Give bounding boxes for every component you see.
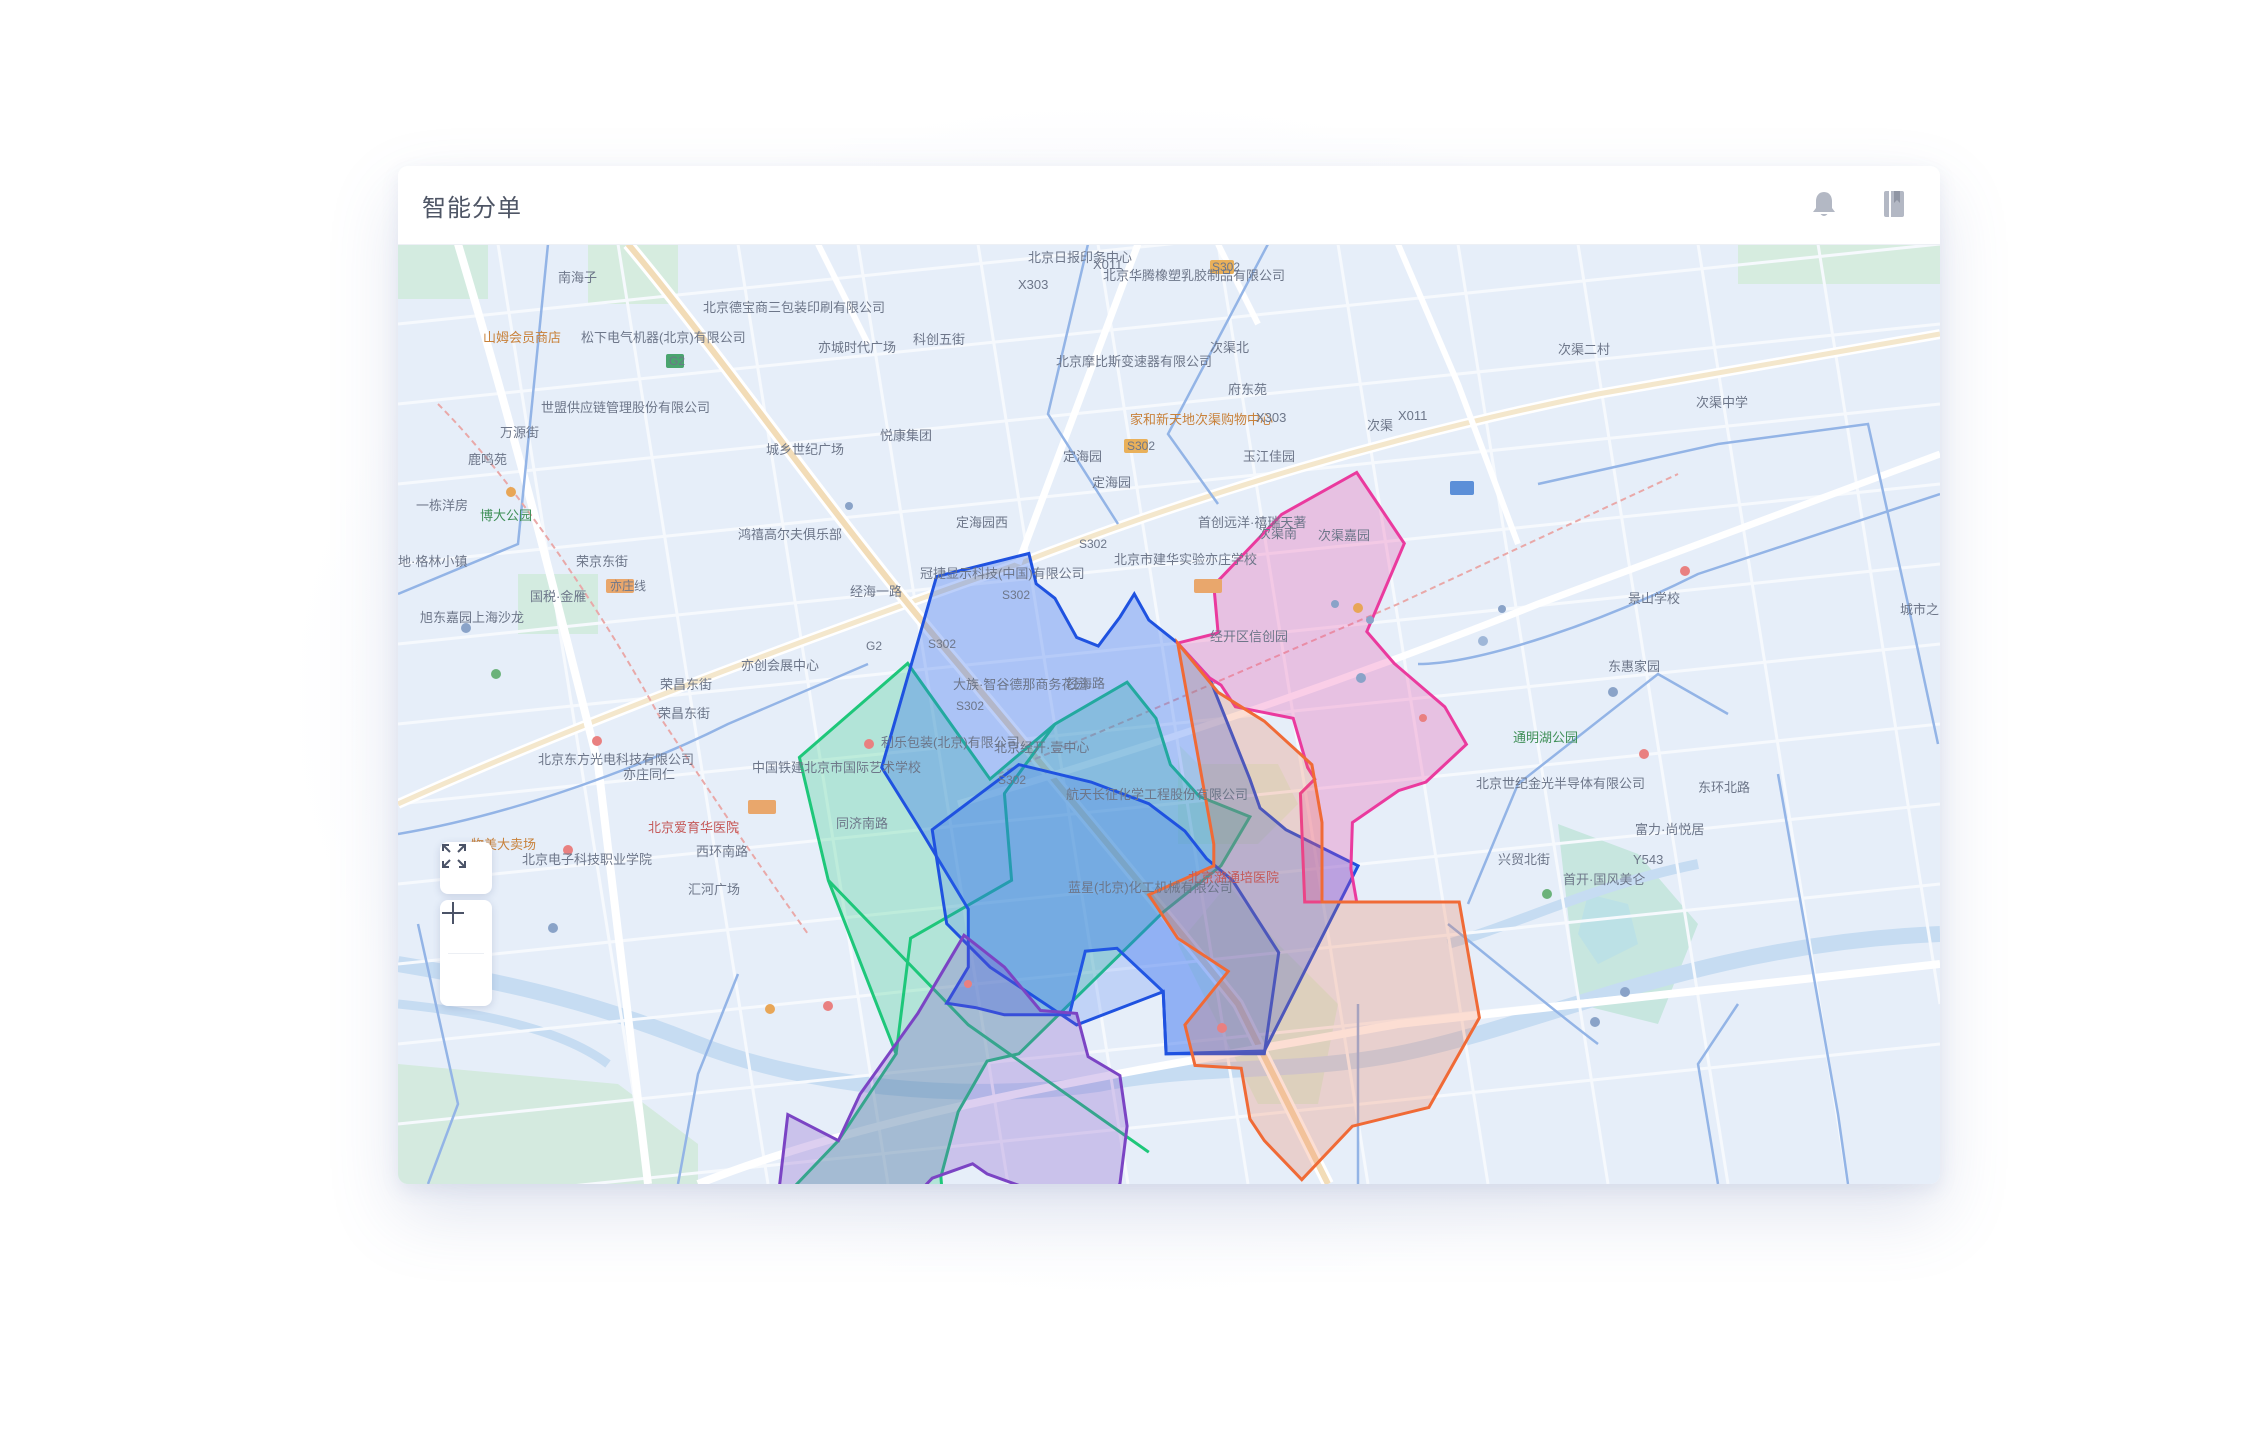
svg-text:Y543: Y543 xyxy=(1633,852,1663,867)
svg-text:S302: S302 xyxy=(998,773,1026,787)
svg-text:X303: X303 xyxy=(1256,410,1286,425)
map-canvas[interactable]: 北京日报印务中心 X011 北京华腾橡塑乳胶制品有限公司 X303 S302 北… xyxy=(398,244,1940,1184)
notification-button[interactable] xyxy=(1806,186,1842,222)
svg-text:城乡世纪广场: 城乡世纪广场 xyxy=(766,442,844,457)
svg-text:次渠: 次渠 xyxy=(1367,418,1393,433)
svg-text:次渠二村: 次渠二村 xyxy=(1558,342,1610,357)
svg-text:定海园: 定海园 xyxy=(1063,449,1102,464)
svg-text:荣昌东街: 荣昌东街 xyxy=(660,677,712,692)
svg-text:玉江佳园: 玉江佳园 xyxy=(1243,449,1295,464)
svg-text:景山学校: 景山学校 xyxy=(1628,591,1680,606)
svg-text:北京东方光电科技有限公司: 北京东方光电科技有限公司 xyxy=(538,752,694,767)
page-title: 智能分单 xyxy=(422,194,522,222)
svg-text:北京华腾橡塑乳胶制品有限公司: 北京华腾橡塑乳胶制品有限公司 xyxy=(1103,268,1285,283)
svg-text:南海子: 南海子 xyxy=(558,270,597,285)
svg-text:府东苑: 府东苑 xyxy=(1228,382,1267,397)
svg-text:荣昌东街: 荣昌东街 xyxy=(658,706,710,721)
svg-text:S302: S302 xyxy=(1002,588,1030,602)
svg-text:中国铁建北京市国际艺术学校: 中国铁建北京市国际艺术学校 xyxy=(752,760,921,775)
svg-text:次渠南: 次渠南 xyxy=(1258,526,1297,541)
svg-text:北京爱育华医院: 北京爱育华医院 xyxy=(648,820,739,835)
svg-text:鹿鸣苑: 鹿鸣苑 xyxy=(468,452,507,467)
svg-text:次渠中学: 次渠中学 xyxy=(1696,395,1748,410)
svg-text:北京市建华实验亦庄学校: 北京市建华实验亦庄学校 xyxy=(1114,552,1257,567)
svg-text:东惠家园: 东惠家园 xyxy=(1608,659,1660,674)
svg-text:经海路: 经海路 xyxy=(1066,676,1105,691)
svg-text:北京摩比斯变速器有限公司: 北京摩比斯变速器有限公司 xyxy=(1056,354,1212,369)
svg-text:冠捷显示科技(中国)有限公司: 冠捷显示科技(中国)有限公司 xyxy=(920,566,1085,581)
svg-text:G2: G2 xyxy=(866,639,882,653)
fullscreen-button[interactable] xyxy=(440,842,492,894)
svg-text:定海园: 定海园 xyxy=(1092,475,1131,490)
svg-text:科创五街: 科创五街 xyxy=(913,332,965,347)
svg-text:首开·国风美仑: 首开·国风美仑 xyxy=(1563,872,1645,887)
expand-icon xyxy=(442,844,466,868)
svg-text:山姆会员商店: 山姆会员商店 xyxy=(483,330,561,345)
svg-text:经开区信创园: 经开区信创园 xyxy=(1210,629,1288,644)
book-icon xyxy=(1884,191,1904,217)
svg-text:旭东嘉园上海沙龙: 旭东嘉园上海沙龙 xyxy=(420,610,524,625)
svg-text:东环北路: 东环北路 xyxy=(1698,780,1750,795)
docs-button[interactable] xyxy=(1876,186,1912,222)
svg-text:地·格林小镇: 地·格林小镇 xyxy=(398,554,467,569)
svg-text:亦城时代广场: 亦城时代广场 xyxy=(818,340,896,355)
svg-text:次渠嘉园: 次渠嘉园 xyxy=(1318,528,1370,543)
svg-text:博大公园: 博大公园 xyxy=(480,508,532,523)
svg-text:经海一路: 经海一路 xyxy=(850,584,902,599)
svg-text:次渠北: 次渠北 xyxy=(1210,340,1249,355)
svg-text:亦庄线: 亦庄线 xyxy=(610,578,646,593)
header-actions xyxy=(1806,186,1912,222)
zoom-control xyxy=(440,900,492,1006)
svg-text:S302: S302 xyxy=(956,699,984,713)
svg-text:北京德宝商三包装印刷有限公司: 北京德宝商三包装印刷有限公司 xyxy=(703,300,885,315)
svg-text:S302: S302 xyxy=(928,637,956,651)
svg-text:亦庄同仁: 亦庄同仁 xyxy=(623,767,675,782)
svg-text:S302: S302 xyxy=(1079,537,1107,551)
svg-text:X011: X011 xyxy=(1398,408,1427,423)
svg-text:S302: S302 xyxy=(1127,439,1155,453)
park-area xyxy=(398,1064,698,1184)
svg-text:荣京东街: 荣京东街 xyxy=(576,554,628,569)
svg-text:G2: G2 xyxy=(669,354,685,368)
map-svg: 北京日报印务中心 X011 北京华腾橡塑乳胶制品有限公司 X303 S302 北… xyxy=(398,244,1940,1184)
svg-text:城市之: 城市之 xyxy=(1900,602,1939,617)
zoom-out-button[interactable] xyxy=(440,912,492,1006)
svg-text:国税·金雁: 国税·金雁 xyxy=(530,589,586,604)
svg-text:悦康集团: 悦康集团 xyxy=(880,428,932,443)
zoom-out-icon xyxy=(442,912,464,914)
svg-text:亦创会展中心: 亦创会展中心 xyxy=(741,658,819,673)
svg-text:万源街: 万源街 xyxy=(500,425,539,440)
svg-text:松下电气机器(北京)有限公司: 松下电气机器(北京)有限公司 xyxy=(581,330,746,345)
svg-text:一栋洋房: 一栋洋房 xyxy=(416,498,468,513)
svg-text:鸿禧高尔夫俱乐部: 鸿禧高尔夫俱乐部 xyxy=(738,527,842,542)
zoom-divider xyxy=(448,953,484,954)
svg-text:西环南路: 西环南路 xyxy=(696,844,748,859)
svg-text:通明湖公园: 通明湖公园 xyxy=(1513,730,1578,745)
app-window: 智能分单 北京日报印务中心 X011 北京华腾橡塑乳胶制品有限公司 X303 S… xyxy=(398,166,1940,1184)
svg-text:同济南路: 同济南路 xyxy=(836,816,888,831)
svg-text:富力·尚悦居: 富力·尚悦居 xyxy=(1635,822,1704,837)
svg-text:S302: S302 xyxy=(1212,260,1240,274)
svg-text:世盟供应链管理股份有限公司: 世盟供应链管理股份有限公司 xyxy=(541,400,710,415)
title-bar: 智能分单 xyxy=(398,166,1940,245)
svg-text:兴贸北街: 兴贸北街 xyxy=(1498,852,1550,867)
svg-text:北京经开·壹中心: 北京经开·壹中心 xyxy=(994,740,1089,755)
svg-text:汇河广场: 汇河广场 xyxy=(688,882,740,897)
svg-text:蓝星(北京)化工机械有限公司: 蓝星(北京)化工机械有限公司 xyxy=(1068,880,1233,895)
svg-text:X303: X303 xyxy=(1018,277,1048,292)
park-area xyxy=(1738,244,1940,284)
svg-text:北京电子科技职业学院: 北京电子科技职业学院 xyxy=(522,852,652,867)
svg-text:家和新天地次渠购物中心: 家和新天地次渠购物中心 xyxy=(1130,412,1273,427)
svg-text:航天长征化学工程股份有限公司: 航天长征化学工程股份有限公司 xyxy=(1066,787,1248,802)
svg-text:定海园西: 定海园西 xyxy=(956,515,1008,530)
bell-icon xyxy=(1813,192,1835,216)
svg-text:北京世纪金光半导体有限公司: 北京世纪金光半导体有限公司 xyxy=(1476,776,1645,791)
